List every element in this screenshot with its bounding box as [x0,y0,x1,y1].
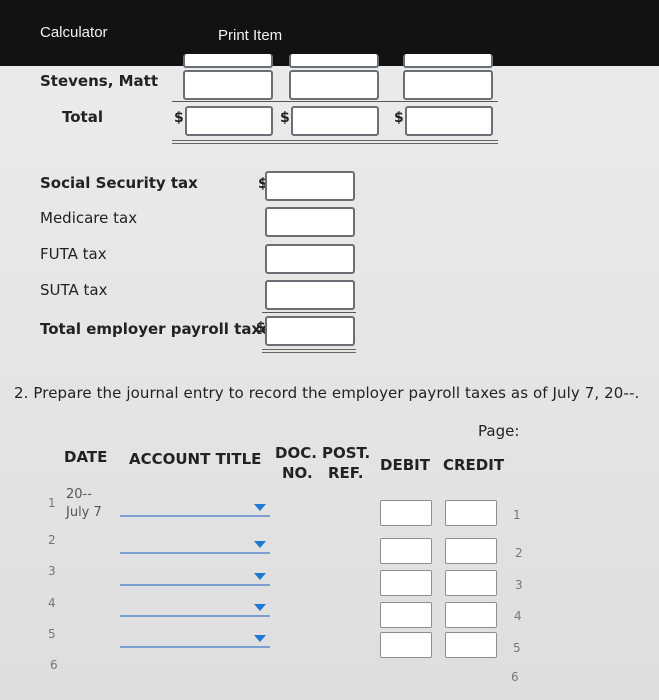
social-security-input[interactable] [265,171,355,201]
total-employer-taxes-label: Total employer payroll taxes [40,320,281,338]
total-taxes-double-rule-top [262,349,356,350]
dollar-sign: $ [280,110,290,126]
stevens-input-3[interactable] [403,70,493,100]
suta-label: SUTA tax [40,281,108,299]
credit-input-5[interactable] [445,632,497,658]
date-year: 20-- [66,487,92,502]
line-number-left: 3 [48,564,56,578]
credit-header: CREDIT [443,456,505,474]
debit-input-1[interactable] [380,500,432,526]
earnings-input-top-3[interactable] [403,54,493,68]
account-select-1[interactable] [120,501,270,517]
print-item-tab[interactable]: Print Item [218,27,282,44]
account-select-4[interactable] [120,601,270,617]
credit-input-2[interactable] [445,538,497,564]
line-number-left: 2 [48,533,56,547]
suta-input[interactable] [265,280,355,310]
total-taxes-double-rule-bottom [262,352,356,353]
page-label: Page: [478,422,520,440]
total-label: Total [62,108,103,126]
stevens-input-1[interactable] [183,70,273,100]
date-month-day: July 7 [66,505,102,520]
account-select-2[interactable] [120,538,270,554]
calculator-tab[interactable]: Calculator [40,24,108,41]
line-number-left: 1 [48,496,56,510]
line-number-left: 6 [50,658,58,672]
line-number-right: 3 [515,578,523,592]
chevron-down-icon [254,504,266,511]
medicare-label: Medicare tax [40,209,138,227]
line-number-right: 2 [515,546,523,560]
question-2-instruction: 2. Prepare the journal entry to record t… [14,384,640,402]
doc-no-header: NO. [282,464,313,482]
total-input-2[interactable] [291,106,379,136]
top-toolbar: Calculator Print Item [0,0,659,68]
total-double-rule-top [172,140,498,141]
subtotal-rule [172,101,498,102]
employee-name-label: Stevens, Matt [40,72,159,90]
medicare-input[interactable] [265,207,355,237]
earnings-input-top-1[interactable] [183,54,273,68]
stevens-input-2[interactable] [289,70,379,100]
earnings-input-top-2[interactable] [289,54,379,68]
line-number-left: 5 [48,627,56,641]
chevron-down-icon [254,635,266,642]
suta-rule [262,312,356,313]
doc-header: DOC. [275,444,317,462]
date-header: DATE [64,448,108,466]
line-number-right: 6 [511,670,519,684]
account-title-header: ACCOUNT TITLE [129,450,262,468]
chevron-down-icon [254,573,266,580]
post-header: POST. [322,444,371,462]
line-number-left: 4 [48,596,56,610]
account-select-5[interactable] [120,632,270,648]
account-select-3[interactable] [120,570,270,586]
dollar-sign: $ [394,110,404,126]
dollar-sign: $ [174,110,184,126]
chevron-down-icon [254,604,266,611]
line-number-right: 4 [514,609,522,623]
debit-input-3[interactable] [380,570,432,596]
social-security-label: Social Security tax [40,174,198,192]
debit-input-2[interactable] [380,538,432,564]
total-input-3[interactable] [405,106,493,136]
total-input-1[interactable] [185,106,273,136]
credit-input-3[interactable] [445,570,497,596]
line-number-right: 5 [513,641,521,655]
futa-input[interactable] [265,244,355,274]
credit-input-1[interactable] [445,500,497,526]
chevron-down-icon [254,541,266,548]
total-employer-taxes-input[interactable] [265,316,355,346]
line-number-right: 1 [513,508,521,522]
total-double-rule-bottom [172,143,498,144]
debit-input-4[interactable] [380,602,432,628]
debit-input-5[interactable] [380,632,432,658]
futa-label: FUTA tax [40,245,107,263]
debit-header: DEBIT [380,456,430,474]
post-ref-header: REF. [328,464,364,482]
credit-input-4[interactable] [445,602,497,628]
